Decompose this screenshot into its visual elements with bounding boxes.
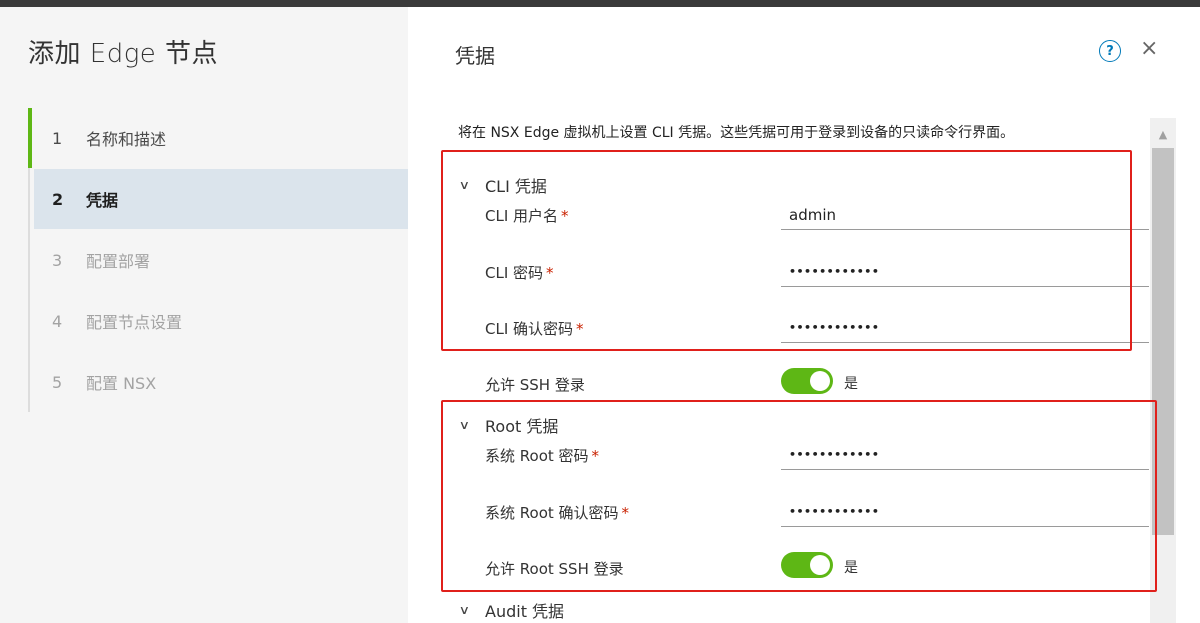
step-name-description[interactable]: 1 名称和描述 — [28, 108, 410, 168]
cli-confirm-password-input[interactable] — [781, 313, 1149, 343]
step-number: 1 — [52, 128, 63, 148]
root-confirm-password-label: 系统 Root 确认密码 * — [485, 504, 630, 522]
step-credentials[interactable]: 2 凭据 — [34, 169, 410, 229]
close-icon[interactable]: × — [1140, 36, 1158, 61]
step-configure-nsx[interactable]: 5 配置 NSX — [30, 352, 410, 412]
cli-confirm-password-label: CLI 确认密码 * — [485, 320, 584, 338]
step-label: 配置 NSX — [86, 374, 157, 393]
step-complete-indicator — [28, 108, 32, 168]
root-confirm-password-input[interactable] — [781, 497, 1149, 527]
cli-password-label: CLI 密码 * — [485, 264, 554, 282]
step-label: 名称和描述 — [86, 130, 167, 149]
root-credentials-toggle[interactable]: ∨ Root 凭据 — [458, 413, 559, 437]
help-icon[interactable]: ? — [1099, 40, 1121, 62]
step-label: 凭据 — [86, 191, 119, 210]
content-scrollbar[interactable]: ▲ — [1150, 118, 1176, 623]
cli-username-input[interactable] — [781, 200, 1149, 230]
required-marker: * — [591, 447, 600, 465]
root-password-label: 系统 Root 密码 * — [485, 447, 600, 465]
page-title: 凭据 — [455, 44, 495, 68]
chevron-down-icon: ∨ — [458, 178, 471, 192]
required-marker: * — [561, 207, 569, 225]
required-marker: * — [546, 264, 554, 282]
step-number: 3 — [52, 250, 63, 270]
audit-credentials-header: Audit 凭据 — [485, 602, 565, 621]
step-label: 配置节点设置 — [86, 313, 183, 332]
cli-username-label: CLI 用户名 * — [485, 207, 569, 225]
step-configure-deployment[interactable]: 3 配置部署 — [30, 230, 410, 290]
root-password-input[interactable] — [781, 440, 1149, 470]
ssh-login-label: 允许 SSH 登录 — [485, 376, 585, 394]
required-marker: * — [576, 320, 584, 338]
scroll-thumb[interactable] — [1152, 148, 1174, 535]
cli-credentials-header: CLI 凭据 — [485, 177, 547, 196]
cli-credentials-toggle[interactable]: ∨ CLI 凭据 — [458, 173, 547, 197]
step-configure-node-settings[interactable]: 4 配置节点设置 — [30, 291, 410, 351]
toggle-knob — [810, 371, 830, 391]
cli-password-input[interactable] — [781, 257, 1149, 287]
root-ssh-login-label: 允许 Root SSH 登录 — [485, 560, 624, 578]
ssh-login-toggle[interactable] — [781, 368, 833, 394]
chevron-down-icon: ∨ — [458, 603, 471, 617]
step-number: 4 — [52, 311, 63, 331]
root-credentials-header: Root 凭据 — [485, 417, 559, 436]
step-label: 配置部署 — [86, 252, 151, 271]
step-number: 5 — [52, 372, 63, 392]
wizard-title: 添加 Edge 节点 — [28, 39, 219, 69]
root-ssh-login-toggle[interactable] — [781, 552, 833, 578]
ssh-login-toggle-label: 是 — [844, 376, 858, 392]
required-marker: * — [621, 504, 630, 522]
wizard-steps: 1 名称和描述 2 凭据 3 配置部署 4 配置节点设置 5 配置 NSX — [28, 108, 410, 412]
step-number: 2 — [52, 189, 64, 209]
audit-credentials-toggle[interactable]: ∨ Audit 凭据 — [458, 598, 565, 622]
toggle-knob — [810, 555, 830, 575]
chevron-down-icon: ∨ — [458, 418, 471, 432]
top-bar — [0, 0, 1200, 7]
section-description: 将在 NSX Edge 虚拟机上设置 CLI 凭据。这些凭据可用于登录到设备的只… — [458, 125, 1015, 141]
root-ssh-login-toggle-label: 是 — [844, 560, 858, 576]
scroll-up-icon[interactable]: ▲ — [1150, 122, 1176, 146]
